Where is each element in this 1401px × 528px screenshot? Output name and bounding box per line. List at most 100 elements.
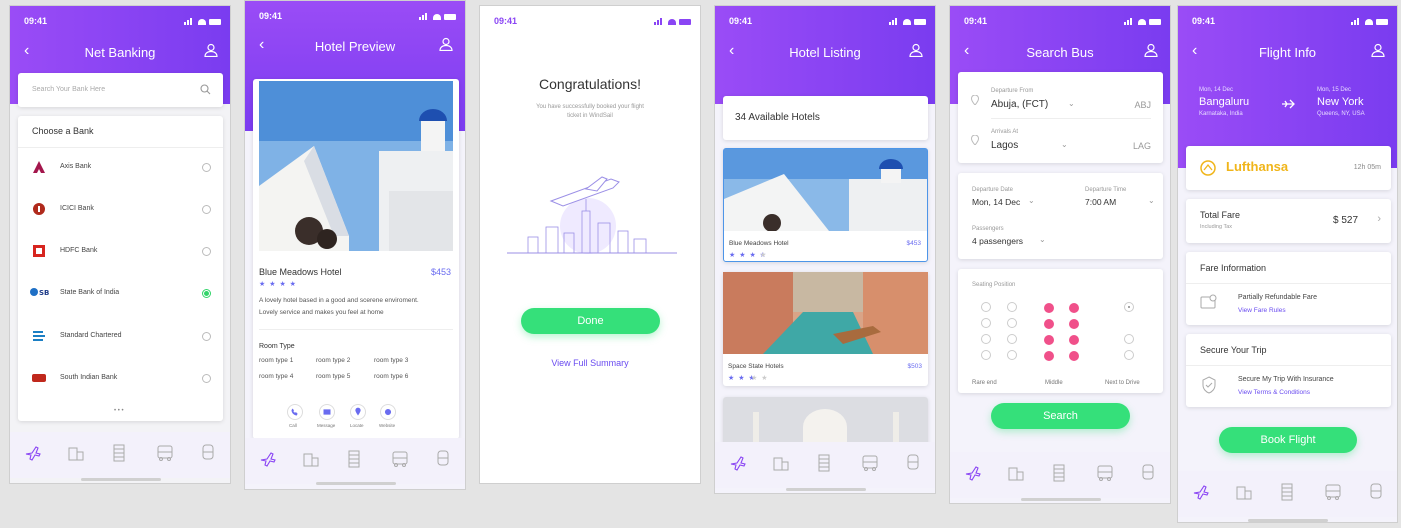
call-button[interactable]: Call <box>285 404 305 434</box>
view-summary-link[interactable]: View Full Summary <box>480 358 700 368</box>
passengers-select[interactable]: 4 passengers <box>972 236 1023 246</box>
hotel-price: $453 <box>906 240 921 247</box>
room-type-item[interactable]: room type 4 <box>259 373 293 380</box>
user-icon[interactable] <box>909 43 923 57</box>
bank-radio[interactable] <box>202 374 211 383</box>
zone-label-middle: Middle <box>1045 380 1063 386</box>
plane-icon[interactable] <box>259 450 277 468</box>
seat[interactable] <box>981 334 991 344</box>
user-icon[interactable] <box>1144 43 1158 57</box>
standard-chartered-logo-icon <box>33 331 45 341</box>
seat-taken <box>1044 351 1054 361</box>
status-icons <box>654 17 691 25</box>
seat[interactable] <box>981 318 991 328</box>
message-button[interactable]: Message <box>315 404 341 434</box>
chevron-down-icon[interactable]: ⌄ <box>1028 196 1035 205</box>
bank-radio[interactable] <box>202 163 211 172</box>
building-icon[interactable] <box>67 444 85 462</box>
room-type-item[interactable]: room type 1 <box>259 357 293 364</box>
bank-item-icici[interactable]: ICICI Bank <box>18 200 223 230</box>
film-icon[interactable] <box>1050 464 1068 482</box>
room-type-item[interactable]: room type 3 <box>374 357 408 364</box>
seat-map[interactable] <box>958 269 1163 393</box>
seat-selected[interactable] <box>1124 302 1134 312</box>
plane-icon[interactable] <box>964 464 982 482</box>
chevron-down-icon[interactable]: ⌄ <box>1068 99 1075 108</box>
plane-icon[interactable] <box>729 454 747 472</box>
bank-item-axis[interactable]: Axis Bank <box>18 158 223 188</box>
bank-radio-selected[interactable] <box>202 289 211 298</box>
user-icon[interactable] <box>1371 43 1385 57</box>
hotel-card-blue-meadows[interactable]: Blue Meadows Hotel $453 ★ ★ ★ ★ ★ <box>723 148 928 262</box>
film-icon[interactable] <box>1278 483 1296 501</box>
seat[interactable] <box>1007 334 1017 344</box>
room-type-item[interactable]: room type 5 <box>316 373 350 380</box>
bus-icon[interactable] <box>1324 483 1342 501</box>
building-icon[interactable] <box>1235 483 1253 501</box>
building-icon[interactable] <box>302 450 320 468</box>
train-icon[interactable] <box>434 450 452 468</box>
film-icon[interactable] <box>815 454 833 472</box>
search-icon[interactable] <box>200 84 211 95</box>
seat[interactable] <box>1124 334 1134 344</box>
train-icon[interactable] <box>904 454 922 472</box>
departure-date-select[interactable]: Mon, 14 Dec <box>972 197 1020 207</box>
arrival-city-select[interactable]: Lagos <box>991 140 1018 151</box>
bank-name: Standard Chartered <box>60 332 122 339</box>
bus-icon[interactable] <box>156 444 174 462</box>
train-icon[interactable] <box>1139 464 1157 482</box>
bank-radio[interactable] <box>202 247 211 256</box>
congrats-msg-line2: ticket in WindSail <box>567 113 613 119</box>
departure-city-select[interactable]: Abuja, (FCT) <box>991 99 1048 110</box>
seat[interactable] <box>1007 318 1017 328</box>
locate-button[interactable]: Locate <box>347 404 371 434</box>
done-button[interactable]: Done <box>521 308 660 334</box>
hotel-card-taj[interactable] <box>723 397 928 447</box>
plane-icon[interactable] <box>1192 483 1210 501</box>
bank-name: HDFC Bank <box>60 247 98 254</box>
departure-time-select[interactable]: 7:00 AM <box>1085 197 1116 207</box>
building-icon[interactable] <box>772 454 790 472</box>
book-flight-button[interactable]: Book Flight <box>1219 427 1357 453</box>
seat[interactable] <box>1007 350 1017 360</box>
user-icon[interactable] <box>204 43 218 57</box>
search-box[interactable]: Search Your Bank Here <box>18 73 223 107</box>
search-input[interactable]: Search Your Bank Here <box>32 86 105 93</box>
view-fare-rules-link[interactable]: View Fare Rules <box>1238 307 1286 314</box>
train-icon[interactable] <box>1367 483 1385 501</box>
bank-radio[interactable] <box>202 205 211 214</box>
bank-item-sbi[interactable]: SBI State Bank of India <box>18 284 223 314</box>
film-icon[interactable] <box>345 450 363 468</box>
seat[interactable] <box>1124 350 1134 360</box>
total-fare-card[interactable]: Total Fare Including Tax $ 527 › <box>1186 199 1391 243</box>
bank-item-hdfc[interactable]: HDFC Bank <box>18 242 223 272</box>
bank-item-standard-chartered[interactable]: Standard Chartered <box>18 327 223 357</box>
room-type-item[interactable]: room type 2 <box>316 357 350 364</box>
chevron-down-icon[interactable]: ⌄ <box>1061 140 1068 149</box>
website-button[interactable]: Website <box>377 404 401 434</box>
bus-icon[interactable] <box>861 454 879 472</box>
view-terms-link[interactable]: View Terms & Conditions <box>1238 389 1310 396</box>
hotel-card-space-state[interactable]: Space State Hotels $503 ★ ★ ★ ★ ★ <box>723 272 928 386</box>
train-icon[interactable] <box>199 444 217 462</box>
user-icon[interactable] <box>439 37 453 51</box>
seat-taken <box>1044 303 1054 313</box>
location-pin-icon <box>971 95 979 105</box>
seat[interactable] <box>1007 302 1017 312</box>
net-banking-screen: 09:41 ‹ Net Banking Search Your Bank Her… <box>9 5 231 484</box>
chevron-down-icon[interactable]: ⌄ <box>1039 235 1046 244</box>
film-icon[interactable] <box>110 444 128 462</box>
bus-icon[interactable] <box>391 450 409 468</box>
plane-icon[interactable] <box>24 444 42 462</box>
chevron-down-icon[interactable]: ⌄ <box>1148 196 1155 205</box>
building-icon[interactable] <box>1007 464 1025 482</box>
seat[interactable] <box>981 350 991 360</box>
chevron-right-icon[interactable]: › <box>1377 213 1381 225</box>
bank-radio[interactable] <box>202 332 211 341</box>
bus-icon[interactable] <box>1096 464 1114 482</box>
bank-item-south-indian[interactable]: South Indian Bank <box>18 369 223 399</box>
room-type-item[interactable]: room type 6 <box>374 373 408 380</box>
tab-bar <box>10 432 230 478</box>
seat[interactable] <box>981 302 991 312</box>
search-button[interactable]: Search <box>991 403 1130 429</box>
